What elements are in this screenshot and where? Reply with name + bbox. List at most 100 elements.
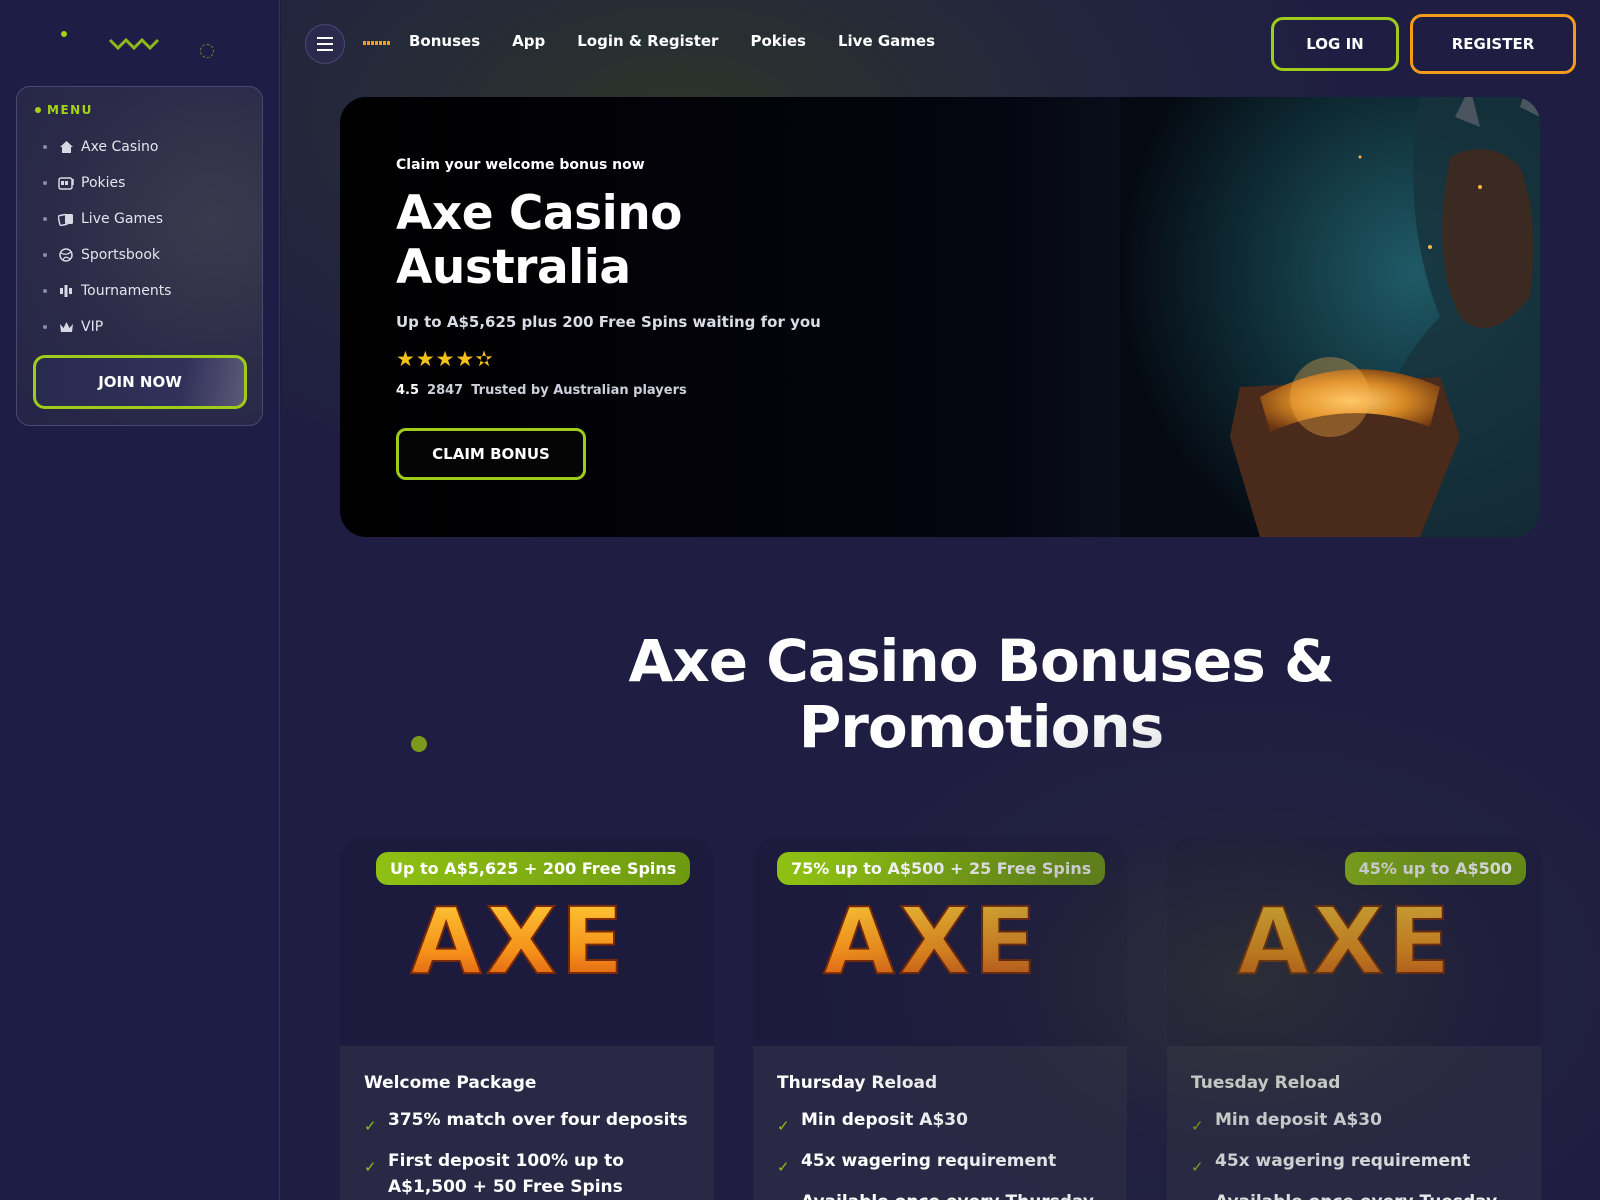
feature-text: 45x wagering requirement xyxy=(1215,1151,1471,1171)
bullet-icon xyxy=(43,181,47,185)
feature-list: ✓ Min deposit A$30 ✓ 45x wagering requirem… xyxy=(777,1107,1112,1200)
bonus-card-tuesday[interactable]: 45% up to A$500 AXE Tuesday Reload ✓ Min … xyxy=(1167,837,1541,1200)
card-title: Thursday Reload xyxy=(777,1073,938,1093)
check-icon: ✓ xyxy=(364,1158,377,1176)
bonus-card-welcome[interactable]: Up to A$5,625 + 200 Free Spins AXE Welco… xyxy=(340,837,714,1200)
review-count: 2847 xyxy=(427,383,464,398)
bonus-badge: 45% up to A$500 xyxy=(1344,852,1526,885)
feature-text: 375% match over four deposits xyxy=(388,1110,688,1130)
viking-treasure-illustration xyxy=(1120,97,1540,537)
sidebar: MENU Axe Casino Pokies Live Games Sports… xyxy=(0,0,280,1200)
menu-list: Axe Casino Pokies Live Games Sportsbook … xyxy=(43,129,171,345)
bullet-icon xyxy=(43,217,47,221)
feature-text: First deposit 100% up to A$1,500 + 50 Fr… xyxy=(388,1151,624,1197)
feature-item: ✓ Min deposit A$30 xyxy=(1191,1107,1526,1139)
login-button[interactable]: LOG IN xyxy=(1271,17,1399,71)
trophy-icon xyxy=(57,283,75,299)
check-icon: ✓ xyxy=(777,1117,790,1135)
star-rating-icon: ★★★★✫ xyxy=(396,347,494,371)
bonus-badge: 75% up to A$500 + 25 Free Spins xyxy=(777,852,1106,885)
crown-icon xyxy=(57,319,75,335)
ball-icon xyxy=(57,247,75,263)
sidebar-item-label: Live Games xyxy=(81,211,164,227)
feature-text: 45x wagering requirement xyxy=(801,1151,1057,1171)
feature-item: ✓ Min deposit A$30 xyxy=(777,1107,1112,1139)
main-content: Bonuses App Login & Register Pokies Live… xyxy=(281,0,1600,1200)
claim-bonus-button[interactable]: CLAIM BONUS xyxy=(396,428,586,480)
feature-text: Min deposit A$30 xyxy=(801,1110,968,1130)
sidebar-item-live-games[interactable]: Live Games xyxy=(43,201,171,237)
card-title: Welcome Package xyxy=(364,1073,537,1093)
axe-logo-text: AXE xyxy=(1238,893,1455,985)
sidebar-item-label: Pokies xyxy=(81,175,126,191)
logo-ring-decoration xyxy=(200,44,214,58)
nav-login-register[interactable]: Login & Register xyxy=(577,32,718,50)
feature-item: ✓ 45x wagering requirement xyxy=(777,1148,1112,1180)
check-icon: ✓ xyxy=(777,1195,801,1200)
rating-summary: 4.5 2847 Trusted by Australian players xyxy=(396,383,687,398)
section-title: Axe Casino Bonuses & Promotions xyxy=(628,627,1334,761)
top-navigation: Bonuses App Login & Register Pokies Live… xyxy=(409,32,935,50)
site-logo[interactable] xyxy=(58,28,218,60)
register-button[interactable]: REGISTER xyxy=(1410,14,1576,74)
feature-item: ✓ First deposit 100% up to A$1,500 + 50 F… xyxy=(364,1148,699,1200)
bullet-icon xyxy=(43,253,47,257)
sidebar-item-axe-casino[interactable]: Axe Casino xyxy=(43,129,171,165)
feature-text: Min deposit A$30 xyxy=(1215,1110,1382,1130)
menu-title: MENU xyxy=(35,103,93,117)
join-now-button[interactable]: JOIN NOW xyxy=(33,355,247,409)
axe-logo-text: AXE xyxy=(411,893,628,985)
hero-description: Up to A$5,625 plus 200 Free Spins waitin… xyxy=(396,313,821,331)
bonus-badge: Up to A$5,625 + 200 Free Spins xyxy=(376,852,691,885)
hamburger-menu-button[interactable] xyxy=(305,24,345,64)
sidebar-menu: MENU Axe Casino Pokies Live Games Sports… xyxy=(16,86,263,426)
slot-machine-icon xyxy=(57,175,75,191)
logo-dot-decoration xyxy=(61,31,67,37)
check-icon: ✓ xyxy=(364,1117,377,1135)
axe-logo: AXE xyxy=(410,893,628,985)
rating-score: 4.5 xyxy=(396,383,420,398)
feature-item: ✓Available once every Thursday xyxy=(777,1189,1112,1200)
hero-banner: Claim your welcome bonus now Axe Casino … xyxy=(340,97,1540,537)
check-icon: ✓ xyxy=(1191,1158,1204,1176)
sidebar-item-label: Axe Casino xyxy=(81,139,159,155)
check-icon: ✓ xyxy=(1191,1117,1204,1135)
trust-text: Trusted by Australian players xyxy=(471,383,687,398)
bonus-card-thursday[interactable]: 75% up to A$500 + 25 Free Spins AXE Thur… xyxy=(753,837,1127,1200)
check-icon: ✓ xyxy=(1191,1195,1215,1200)
feature-text: Available once every Tuesday xyxy=(1215,1189,1497,1200)
sidebar-item-label: Sportsbook xyxy=(81,247,161,263)
card-title: Tuesday Reload xyxy=(1191,1073,1341,1093)
menu-title-label: MENU xyxy=(47,103,93,117)
axe-logo: AXE xyxy=(823,893,1041,985)
sidebar-item-label: Tournaments xyxy=(81,283,172,299)
cards-icon xyxy=(57,211,75,227)
sidebar-item-vip[interactable]: VIP xyxy=(43,309,171,345)
sidebar-item-label: VIP xyxy=(81,319,104,335)
menu-dot-icon xyxy=(35,107,41,113)
axe-logo: AXE xyxy=(1237,893,1455,985)
hero-subtitle: Claim your welcome bonus now xyxy=(396,157,645,173)
feature-item: ✓ 45x wagering requirement xyxy=(1191,1148,1526,1180)
bullet-icon xyxy=(43,145,47,149)
sidebar-item-tournaments[interactable]: Tournaments xyxy=(43,273,171,309)
nav-live-games[interactable]: Live Games xyxy=(838,32,935,50)
sidebar-item-pokies[interactable]: Pokies xyxy=(43,165,171,201)
check-icon: ✓ xyxy=(777,1158,790,1176)
home-icon xyxy=(57,139,75,155)
nav-bonuses[interactable]: Bonuses xyxy=(409,32,480,50)
feature-list: ✓ 375% match over four deposits ✓ First de… xyxy=(364,1107,699,1200)
feature-item: ✓Available once every Tuesday xyxy=(1191,1189,1526,1200)
bullet-icon xyxy=(43,289,47,293)
feature-list: ✓ Min deposit A$30 ✓ 45x wagering requirem… xyxy=(1191,1107,1526,1200)
feature-item: ✓ 375% match over four deposits xyxy=(364,1107,699,1139)
hero-title: Axe Casino Australia xyxy=(396,186,682,295)
bullet-icon xyxy=(43,325,47,329)
nav-app[interactable]: App xyxy=(512,32,545,50)
axe-logo-text: AXE xyxy=(824,893,1041,985)
decorative-dot xyxy=(411,736,427,752)
sidebar-item-sportsbook[interactable]: Sportsbook xyxy=(43,237,171,273)
mini-logo-icon[interactable] xyxy=(363,41,391,45)
feature-text: Available once every Thursday xyxy=(801,1189,1094,1200)
nav-pokies[interactable]: Pokies xyxy=(750,32,806,50)
